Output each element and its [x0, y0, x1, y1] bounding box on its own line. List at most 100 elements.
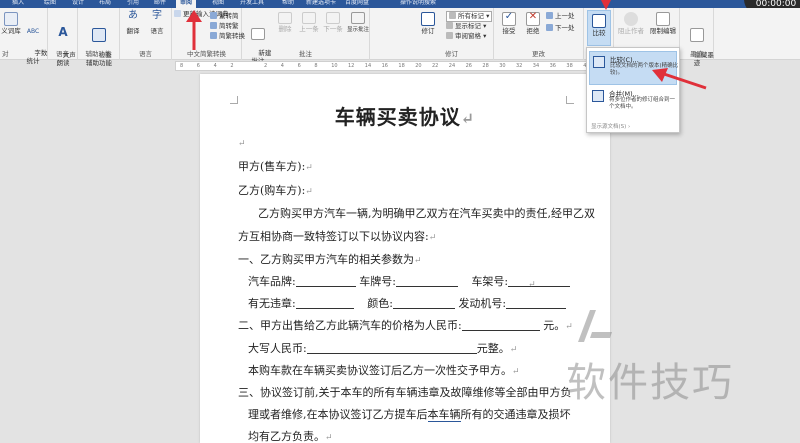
search-box[interactable]: 操作说明搜索: [400, 0, 436, 8]
ink-icon: [690, 28, 704, 42]
document-title-text: 车辆买卖协议: [334, 105, 461, 129]
show-markup-button[interactable]: 显示标记 ▾: [446, 22, 486, 31]
thesaurus-icon: [4, 12, 18, 26]
ruler-mark: 26: [465, 63, 472, 69]
ruler-mark: 24: [448, 63, 456, 69]
document-page[interactable]: 车辆买卖协议↵ ↵ 甲方(售车方):↵ 乙方(购车方):↵ 乙方购买甲方汽车一辆…: [200, 74, 610, 443]
reviewing-pane-button[interactable]: 审阅窗格 ▾: [446, 32, 486, 41]
group-language: あ 翻译 字 语言 语言: [120, 8, 172, 60]
group-label-proofing: 对: [2, 50, 9, 58]
group-label-ink: 墨迹: [690, 50, 703, 58]
document-title: 车辆买卖协议↵: [334, 105, 476, 129]
tab-help[interactable]: 帮助: [282, 0, 294, 8]
show-markup-label: 显示标记: [455, 22, 481, 30]
delete-comment-label: 删除: [278, 25, 292, 33]
ruler-mark: 10: [331, 63, 338, 69]
ruler-mark: 32: [516, 63, 523, 69]
group-changes: ✓ 接受 ✕ 拒绝 上一处 下一处 更改: [494, 8, 584, 60]
plate-blank[interactable]: [395, 277, 458, 287]
upper-amount-blank[interactable]: [306, 344, 477, 354]
compare-icon: [593, 56, 605, 68]
block-authors-label: 阻止作者: [618, 27, 644, 35]
show-comments-button[interactable]: 显示批注: [346, 12, 370, 34]
engine-label: 发动机号:: [458, 297, 507, 310]
track-changes-label: 修订: [421, 27, 435, 35]
show-markup-icon: [446, 22, 453, 29]
reviewing-pane-label: 审阅窗格: [455, 32, 481, 40]
track-changes-button[interactable]: 修订: [418, 12, 438, 35]
tab-layout[interactable]: 布局: [99, 0, 111, 8]
combine-item-description: 将多位作者的修订组合到一个文档中。: [609, 97, 676, 110]
tab-developer[interactable]: 开发工具: [240, 0, 264, 8]
to-simplified-button[interactable]: 简转繁: [210, 22, 239, 31]
show-source-documents-item[interactable]: 显示源文档(S) ›: [591, 122, 630, 130]
tab-design[interactable]: 设计: [72, 0, 84, 8]
next-comment-button[interactable]: 下一条: [322, 12, 344, 33]
plate-label: 车牌号:: [359, 275, 396, 288]
simp-trad-convert-button[interactable]: 简繁转换: [210, 32, 245, 41]
translate-button[interactable]: あ 翻译: [122, 11, 144, 36]
upper-amount-label: 大写人民币:: [248, 342, 307, 355]
accept-label: 接受: [502, 27, 516, 35]
ruler-mark: 28: [482, 63, 489, 69]
ruler-mark: 8: [314, 63, 318, 69]
delete-comment-button[interactable]: 删除: [274, 12, 296, 33]
tab-references[interactable]: 引用: [127, 0, 139, 8]
ruler-mark: 4: [280, 63, 284, 69]
party-b-text: 乙方(购车方):: [238, 184, 306, 197]
language-button[interactable]: 字 语言: [146, 10, 168, 36]
language-icon: 字: [152, 10, 162, 21]
to-traditional-button[interactable]: 繁转简: [210, 12, 239, 21]
ruler-mark: 8: [180, 63, 184, 69]
tab-review[interactable]: 审阅: [176, 0, 197, 8]
watermark-logo-icon: [578, 310, 612, 342]
to-traditional-label: 繁转简: [219, 12, 239, 20]
tab-view[interactable]: 视图: [212, 0, 224, 8]
paragraph-1b: 方互相协商一致特签订以下以协议内容:↵: [238, 230, 437, 243]
paragraph-1a: 乙方购买甲方汽车一辆,为明确甲乙双方在汽车买卖中的责任,经甲乙双: [258, 207, 595, 220]
convert-icon: [210, 32, 217, 39]
markup-icon: [449, 12, 456, 19]
group-accessibility: 检查 辅助功能 辅助功能: [78, 8, 120, 67]
color-blank[interactable]: [392, 299, 455, 309]
group-ink: 隐藏墨 迹 墨迹: [680, 8, 714, 67]
ribbon: 义词库 ABC 字数 统计 对 A 大声 朗读 语音 检查 辅助功能 辅助功能 …: [0, 8, 800, 67]
read-aloud-button[interactable]: A 大声 朗读: [50, 12, 76, 75]
party-a-text: 甲方(售车方):: [238, 160, 306, 173]
brand-blank[interactable]: [295, 277, 356, 287]
tab-baidu[interactable]: 百度网盘: [345, 0, 369, 8]
markup-select[interactable]: 所有标记 ▾: [446, 11, 493, 22]
tab-new[interactable]: 新建选项卡: [306, 0, 336, 8]
ruler-mark: 6: [297, 63, 301, 69]
word-count-button[interactable]: ABC 字数 统计: [22, 12, 48, 73]
group-label-speech: 语音: [56, 50, 69, 58]
prev-change-button[interactable]: 上一处: [546, 12, 575, 21]
watermark-text: 软件技巧: [566, 360, 734, 406]
check-accessibility-button[interactable]: 检查 辅助功能: [80, 12, 118, 75]
prev-comment-button[interactable]: 上一条: [298, 12, 320, 33]
block-authors-button[interactable]: 阻止作者: [616, 12, 646, 35]
compare-button[interactable]: 比较: [587, 10, 611, 46]
tab-insert[interactable]: 插入: [12, 0, 24, 8]
red-arrow-icon: [652, 68, 707, 90]
thesaurus-button[interactable]: 义词库: [0, 12, 22, 35]
ruler-mark: 2: [230, 63, 234, 69]
accept-button[interactable]: ✓ 接受: [498, 12, 520, 35]
group-label-accessibility: 辅助功能: [85, 50, 112, 58]
section-3b: 理或者维修,在本协议签订乙方提车后本车辆所有的交通违章及损坏: [248, 406, 571, 422]
engine-blank[interactable]: [506, 299, 567, 309]
next-comment-label: 下一条: [323, 25, 343, 33]
horizontal-ruler[interactable]: 8642246810121416182022242628303234363840…: [175, 61, 645, 71]
restrict-editing-button[interactable]: 限制编辑: [648, 12, 678, 35]
violation-blank[interactable]: [295, 299, 354, 309]
violation-label: 有无违章:: [248, 297, 296, 310]
prev-icon: [302, 12, 316, 24]
reject-button[interactable]: ✕ 拒绝: [522, 12, 544, 35]
frame-blank[interactable]: ↵: [508, 277, 571, 290]
red-arrow-icon: [186, 10, 202, 50]
tab-draw[interactable]: 绘图: [44, 0, 56, 8]
price-blank[interactable]: [461, 321, 540, 331]
thesaurus-label: 义词库: [1, 27, 21, 35]
tab-mailings[interactable]: 邮件: [154, 0, 166, 8]
next-change-button[interactable]: 下一处: [546, 24, 575, 33]
